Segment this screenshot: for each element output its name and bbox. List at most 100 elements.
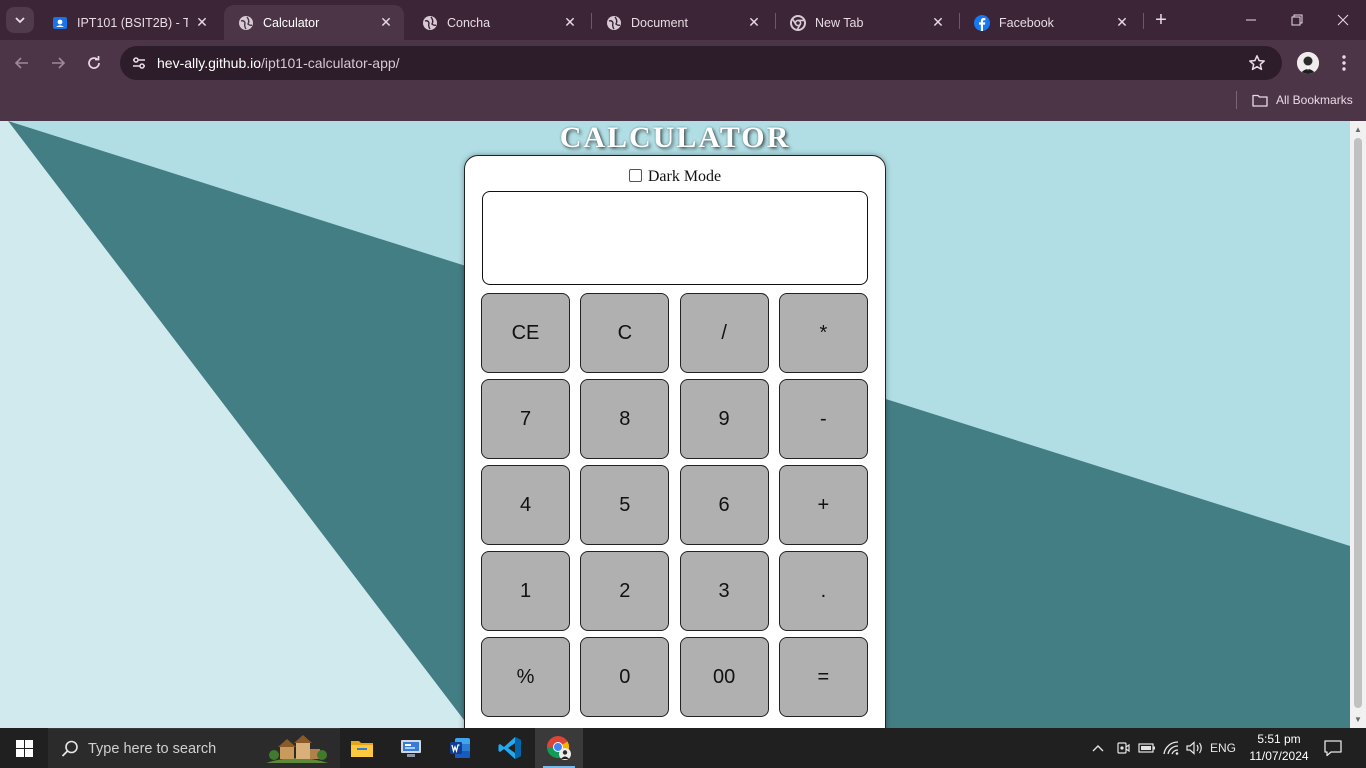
taskbar-word[interactable] — [436, 728, 484, 768]
address-bar[interactable]: hev-ally.github.io/ipt101-calculator-app… — [120, 46, 1282, 80]
tab-facebook[interactable]: Facebook ✕ — [960, 5, 1140, 40]
windows-taskbar: Type here to search ENG 5:51 pm 11/07/20… — [0, 728, 1366, 768]
battery-icon — [1138, 743, 1155, 753]
key-clear[interactable]: C — [580, 293, 670, 373]
tab-concha[interactable]: Concha ✕ — [408, 5, 588, 40]
tab-calculator[interactable]: Calculator ✕ — [224, 5, 404, 40]
key-double-zero[interactable]: 00 — [679, 637, 769, 717]
tray-volume[interactable] — [1184, 728, 1206, 768]
calculator-display[interactable] — [482, 191, 868, 285]
key-divide[interactable]: / — [679, 293, 769, 373]
key-digit-8[interactable]: 8 — [580, 379, 670, 459]
show-hidden-icons-button[interactable] — [1088, 728, 1108, 768]
close-icon — [1337, 14, 1349, 26]
key-clear-entry[interactable]: CE — [481, 293, 570, 373]
dark-mode-label: Dark Mode — [647, 168, 722, 185]
tab-document[interactable]: Document ✕ — [592, 5, 772, 40]
chrome-icon — [547, 736, 571, 760]
tab-title: Facebook — [999, 15, 1054, 30]
key-digit-5[interactable]: 5 — [580, 465, 670, 545]
bookmark-star-button[interactable] — [1246, 52, 1268, 74]
search-highlight-icon[interactable] — [262, 731, 332, 767]
key-multiply[interactable]: * — [778, 293, 868, 373]
globe-icon — [238, 15, 254, 31]
tab-title: IPT101 (BSIT2B) - TTH — [77, 15, 188, 30]
windows-icon — [15, 739, 33, 757]
bookmarks-bar: All Bookmarks — [0, 85, 1366, 121]
key-digit-7[interactable]: 7 — [481, 379, 570, 459]
taskbar-search-box[interactable]: Type here to search — [48, 728, 340, 768]
tray-network[interactable] — [1160, 728, 1184, 768]
dark-mode-checkbox[interactable] — [628, 169, 642, 182]
key-decimal[interactable]: . — [778, 551, 868, 631]
all-bookmarks-button[interactable]: All Bookmarks — [1252, 91, 1353, 109]
reload-button[interactable] — [81, 50, 107, 76]
close-icon[interactable]: ✕ — [194, 14, 210, 31]
key-digit-4[interactable]: 4 — [481, 465, 570, 545]
taskbar-chrome[interactable] — [535, 728, 583, 768]
word-icon — [450, 738, 470, 758]
key-add[interactable]: + — [778, 465, 868, 545]
minimize-icon — [1246, 19, 1256, 21]
profile-avatar[interactable] — [1297, 52, 1319, 74]
restore-button[interactable] — [1274, 0, 1320, 40]
page-viewport: CALCULATOR Dark Mode CE C / * 7 8 9 - 4 … — [0, 121, 1350, 728]
notification-center-button[interactable] — [1320, 736, 1346, 760]
restore-icon — [1291, 14, 1303, 26]
folder-icon — [1252, 94, 1268, 107]
close-icon[interactable]: ✕ — [930, 14, 946, 31]
key-digit-2[interactable]: 2 — [580, 551, 670, 631]
tray-battery[interactable] — [1136, 728, 1158, 768]
key-subtract[interactable]: - — [778, 379, 868, 459]
browser-menu-button[interactable] — [1332, 50, 1356, 76]
dark-mode-toggle[interactable]: Dark Mode — [465, 168, 885, 186]
taskbar-vscode[interactable] — [486, 728, 534, 768]
key-digit-9[interactable]: 9 — [679, 379, 769, 459]
clock-date: 11/07/2024 — [1249, 749, 1309, 763]
key-digit-6[interactable]: 6 — [679, 465, 769, 545]
site-info-button[interactable] — [128, 52, 150, 74]
close-icon[interactable]: ✕ — [746, 14, 762, 31]
close-icon[interactable]: ✕ — [378, 14, 394, 31]
taskbar-control-panel[interactable] — [387, 728, 435, 768]
tray-language[interactable]: ENG — [1206, 728, 1240, 768]
taskbar-file-explorer[interactable] — [338, 728, 386, 768]
close-icon[interactable]: ✕ — [1114, 14, 1130, 31]
keypad: CE C / * 7 8 9 - 4 5 6 + 1 2 3 . % 0 00 … — [481, 293, 869, 717]
arrow-left-icon — [14, 57, 28, 69]
key-percent[interactable]: % — [481, 637, 570, 717]
star-icon — [1249, 55, 1265, 71]
clock-time: 5:51 pm — [1257, 732, 1301, 746]
tray-meet-now[interactable] — [1112, 728, 1134, 768]
start-button[interactable] — [0, 728, 48, 768]
scroll-down-icon[interactable]: ▼ — [1353, 714, 1363, 724]
chevron-up-icon — [1092, 745, 1104, 752]
tab-new-tab[interactable]: New Tab ✕ — [776, 5, 956, 40]
page-title: CALCULATOR — [559, 121, 791, 154]
key-equals[interactable]: = — [778, 637, 868, 717]
key-digit-0[interactable]: 0 — [580, 637, 670, 717]
taskbar-clock[interactable]: 5:51 pm 11/07/2024 — [1240, 731, 1318, 765]
close-icon[interactable]: ✕ — [562, 14, 578, 31]
tab-search-button[interactable] — [6, 7, 34, 33]
tab-ipt101[interactable]: IPT101 (BSIT2B) - TTH ✕ — [38, 5, 220, 40]
browser-tab-strip: IPT101 (BSIT2B) - TTH ✕ Calculator ✕ Con… — [0, 0, 1366, 40]
forward-button[interactable] — [45, 50, 71, 76]
close-window-button[interactable] — [1320, 0, 1366, 40]
new-tab-button[interactable]: + — [1150, 9, 1172, 31]
scroll-up-icon[interactable]: ▲ — [1353, 124, 1363, 134]
key-digit-3[interactable]: 3 — [679, 551, 769, 631]
file-explorer-icon — [351, 741, 373, 757]
back-button[interactable] — [9, 50, 35, 76]
page-scrollbar[interactable]: ▲ ▼ — [1350, 121, 1366, 728]
tune-icon — [133, 57, 145, 69]
key-digit-1[interactable]: 1 — [481, 551, 570, 631]
all-bookmarks-label: All Bookmarks — [1276, 93, 1353, 107]
scrollbar-thumb[interactable] — [1354, 138, 1362, 708]
calculator-panel: Dark Mode CE C / * 7 8 9 - 4 5 6 + 1 2 3… — [464, 155, 886, 728]
url-text: hev-ally.github.io/ipt101-calculator-app… — [157, 55, 400, 71]
tab-title: Concha — [447, 15, 491, 30]
profile-icon — [1297, 52, 1319, 74]
minimize-button[interactable] — [1228, 0, 1274, 40]
reload-icon — [88, 56, 100, 69]
